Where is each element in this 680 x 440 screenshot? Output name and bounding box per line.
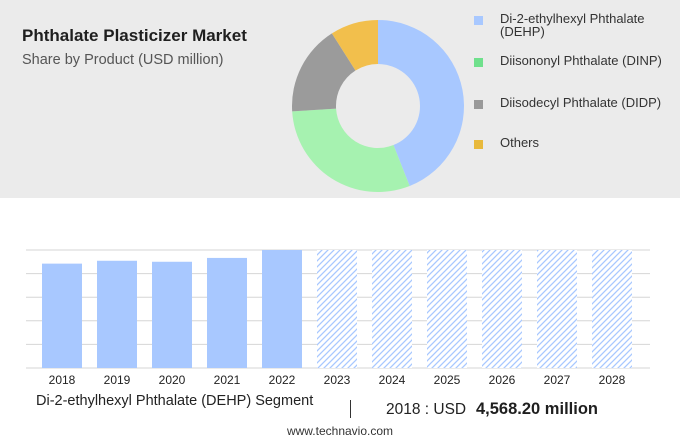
chart-subtitle: Share by Product (USD million) — [22, 52, 224, 68]
forecast-bar — [592, 250, 632, 368]
legend-swatch — [474, 140, 483, 149]
x-tick-label: 2027 — [544, 373, 571, 387]
bar-chart: 2018 2019 2020 2021 2022 2023 2024 2025 2026 2027… — [26, 249, 650, 387]
bar — [207, 257, 247, 368]
legend-swatch — [474, 58, 483, 67]
x-tick-label: 2028 — [599, 373, 626, 387]
legend-label: Others — [500, 135, 540, 150]
x-tick-label: 2020 — [159, 373, 186, 387]
forecast-bar — [317, 250, 357, 368]
forecast-bar — [427, 250, 467, 368]
footer-value: 4,568.20 million — [476, 400, 598, 418]
x-tick-label: 2026 — [489, 373, 516, 387]
legend-swatch — [474, 100, 483, 109]
legend-label: Diisodecyl Phthalate (DIDP) — [500, 95, 662, 110]
x-tick-label: 2025 — [434, 373, 461, 387]
x-tick-label: 2022 — [269, 373, 296, 387]
legend-label: Di-2-ethylhexyl Phthalate (DEHP) — [500, 11, 645, 39]
forecast-bar — [372, 250, 412, 368]
pie-slice — [292, 108, 410, 192]
segment-label: Di-2-ethylhexyl Phthalate (DEHP) Segment — [36, 393, 314, 409]
x-tick-label: 2018 — [49, 373, 76, 387]
legend-swatch — [474, 16, 483, 25]
donut-chart — [292, 20, 464, 192]
bar — [152, 261, 192, 368]
source-link[interactable]: www.technavio.com — [0, 424, 680, 438]
forecast-bar — [537, 250, 577, 368]
footer-year: 2018 : USD — [386, 401, 467, 418]
bar — [42, 263, 82, 368]
footer-separator — [350, 400, 351, 418]
x-tick-label: 2023 — [324, 373, 351, 387]
legend-label: Diisononyl Phthalate (DINP) — [500, 53, 662, 68]
bar — [262, 250, 302, 368]
x-tick-label: 2024 — [379, 373, 406, 387]
chart-title: Phthalate Plasticizer Market — [22, 26, 247, 45]
bar — [97, 260, 137, 368]
forecast-bar — [482, 250, 522, 368]
x-tick-label: 2021 — [214, 373, 241, 387]
x-tick-label: 2019 — [104, 373, 131, 387]
